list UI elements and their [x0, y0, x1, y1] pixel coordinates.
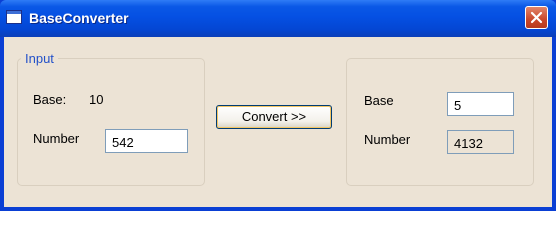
app-window: BaseConverter Input Base: 10 Number Conv…: [0, 0, 556, 211]
output-number-label: Number: [364, 132, 411, 147]
close-icon: [530, 11, 543, 24]
client-area: Input Base: 10 Number Convert >> Base Nu…: [4, 37, 552, 207]
output-number-field[interactable]: [447, 130, 514, 154]
input-base-value: 10: [89, 92, 104, 107]
input-group: [17, 58, 205, 186]
output-base-field[interactable]: [447, 92, 514, 116]
input-number-label: Number: [33, 131, 80, 146]
window-icon: [6, 10, 22, 24]
window-title: BaseConverter: [29, 10, 129, 26]
input-group-legend: Input: [21, 51, 58, 66]
output-base-label: Base: [364, 93, 394, 108]
output-group: [346, 58, 534, 186]
convert-button[interactable]: Convert >>: [216, 105, 332, 129]
title-bar[interactable]: BaseConverter: [0, 0, 556, 37]
input-number-field[interactable]: [105, 129, 188, 153]
input-base-label: Base:: [33, 92, 67, 107]
close-button[interactable]: [525, 6, 548, 29]
